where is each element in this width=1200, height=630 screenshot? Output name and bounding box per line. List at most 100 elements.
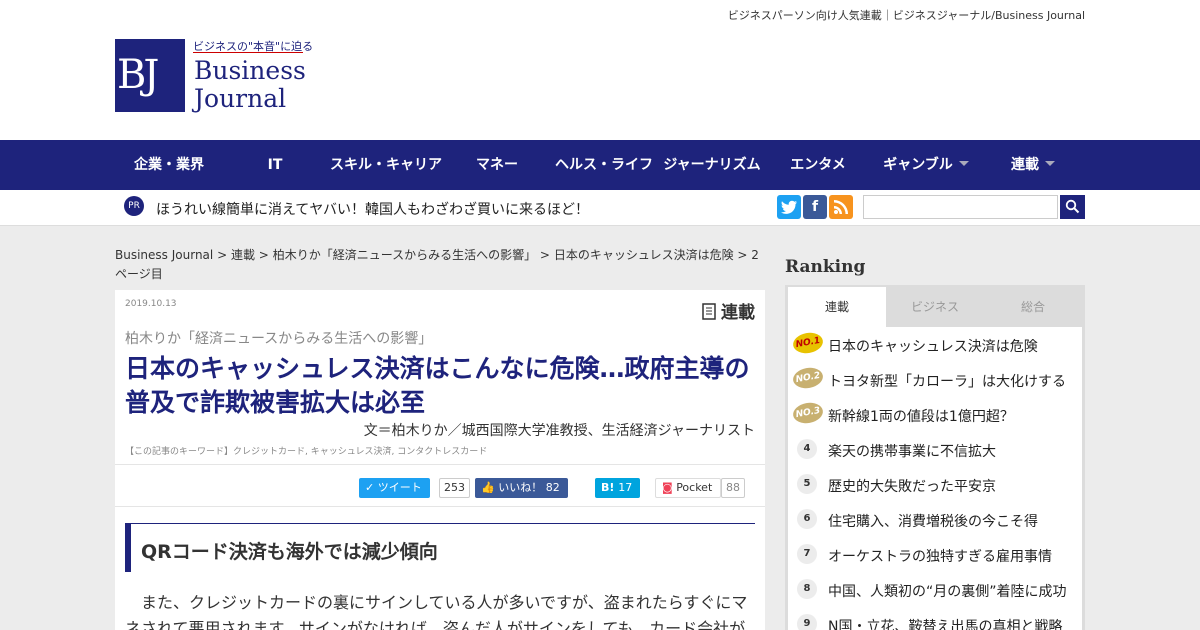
- breadcrumb-home[interactable]: Business Journal: [115, 248, 213, 262]
- ranking-list: NO.1 日本のキャッシュレス決済は危険 NO.2 トヨタ新型「カローラ」は大化…: [788, 327, 1082, 630]
- logo-underline: [193, 52, 303, 53]
- search-input[interactable]: [863, 195, 1058, 219]
- twitter-icon: ✓: [365, 481, 375, 494]
- facebook-icon[interactable]: f: [803, 195, 827, 219]
- tab-rensai[interactable]: 連載: [788, 287, 886, 327]
- thumbs-up-icon: 👍: [481, 481, 495, 494]
- hatena-bookmark-button[interactable]: B! 17: [595, 478, 641, 498]
- like-button[interactable]: 👍 いいね！ 82: [475, 478, 568, 498]
- ranking-item-title: オーケストラの独特すぎる雇用事情: [828, 549, 1052, 565]
- nav-item-journalism[interactable]: ジャーナリズム: [656, 140, 768, 190]
- nav-item-business[interactable]: 企業・業界: [118, 140, 220, 190]
- logo-mark: BJ: [115, 39, 185, 112]
- logo-word-journal: Journal: [194, 84, 287, 113]
- main-nav: 企業・業界 IT スキル・キャリア マネー ヘルス・ライフ ジャーナリズム エン…: [0, 140, 1200, 190]
- ranking-item-title: 住宅購入、消費増税後の今こそ得: [828, 514, 1038, 530]
- nav-item-skill-career[interactable]: スキル・キャリア: [323, 140, 449, 190]
- article-date: 2019.10.13: [125, 299, 177, 309]
- sub-bar: PR ほうれい線簡単に消えてヤバい！韓国人もわざわざ買いに来るほど！ f: [0, 190, 1200, 226]
- ranking-item-title: N国・立花、鞍替え出馬の真相と戦略: [828, 619, 1063, 630]
- chevron-down-icon: [958, 161, 969, 166]
- pocket-label: Pocket: [676, 481, 713, 494]
- nav-label: マネー: [476, 157, 518, 173]
- divider: [115, 464, 765, 465]
- breadcrumb-article[interactable]: 日本のキャッシュレス決済は危険: [554, 248, 734, 262]
- tweet-button[interactable]: ✓ ツイート: [359, 478, 430, 498]
- nav-label: ヘルス・ライフ: [555, 157, 653, 173]
- search-icon: [1065, 199, 1080, 214]
- ranking-item[interactable]: 6 住宅購入、消費増税後の今こそ得: [788, 502, 1082, 537]
- article-keywords: 【この記事のキーワード】クレジットカード, キャッシュレス決済, コンタクトレス…: [125, 447, 488, 457]
- ranking-item-title: 楽天の携帯事業に不信拡大: [828, 444, 996, 460]
- rank-number: 7: [797, 544, 817, 564]
- site-tagline: ビジネスパーソン向け人気連載｜ビジネスジャーナル/Business Journa…: [727, 9, 1085, 22]
- nav-label: ギャンブル: [883, 157, 953, 173]
- rank-medal-1: NO.1: [791, 330, 825, 356]
- ranking-item-title: トヨタ新型「カローラ」は大化けする: [828, 374, 1066, 390]
- breadcrumb-series[interactable]: 柏木りか「経済ニュースからみる生活への影響」: [273, 248, 536, 262]
- like-label: いいね！: [498, 481, 543, 494]
- rank-number: 9: [797, 614, 817, 630]
- logo-word-business: Business: [194, 56, 306, 85]
- nav-label: ジャーナリズム: [663, 157, 761, 173]
- breadcrumb-rensai[interactable]: 連載: [231, 248, 255, 262]
- rank-medal-3: NO.3: [791, 400, 825, 426]
- nav-label: IT: [267, 157, 283, 173]
- site-logo[interactable]: BJ ビジネスの"本音"に迫る Business Journal: [115, 38, 313, 118]
- breadcrumb-separator: >: [258, 248, 269, 262]
- nav-label: 企業・業界: [134, 157, 204, 173]
- ranking-item[interactable]: 5 歴史的大失敗だった平安京: [788, 467, 1082, 502]
- nav-item-rensai[interactable]: 連載: [998, 140, 1068, 190]
- chevron-down-icon: [1045, 161, 1055, 166]
- rensai-badge-label: 連載: [721, 303, 755, 323]
- nav-item-gamble[interactable]: ギャンブル: [870, 140, 982, 190]
- rank-number: 5: [797, 474, 817, 494]
- ranking-item[interactable]: NO.1 日本のキャッシュレス決済は危険: [788, 327, 1082, 362]
- article-series[interactable]: 柏木りか「経済ニュースからみる生活への影響」: [125, 328, 432, 348]
- pr-badge: PR: [124, 196, 144, 216]
- twitter-bird-icon: [781, 200, 797, 214]
- ranking-item[interactable]: 9 N国・立花、鞍替え出馬の真相と戦略: [788, 607, 1082, 630]
- tweet-label: ツイート: [377, 481, 422, 494]
- breadcrumb-separator: >: [539, 248, 550, 262]
- article-title: 日本のキャッシュレス決済はこんなに危険…政府主導の普及で詐欺被害拡大は必至: [125, 354, 750, 417]
- hatena-count: 17: [618, 481, 633, 494]
- nav-label: 連載: [1011, 157, 1039, 173]
- divider: [115, 506, 765, 507]
- search-button[interactable]: [1060, 195, 1085, 219]
- tab-business[interactable]: ビジネス: [886, 287, 984, 327]
- site-header: ビジネスパーソン向け人気連載｜ビジネスジャーナル/Business Journa…: [0, 0, 1200, 140]
- pocket-icon: ◙: [662, 481, 673, 494]
- ranking-title: Ranking: [785, 257, 866, 277]
- ranking-item-title: 歴史的大失敗だった平安京: [828, 479, 996, 495]
- pr-link[interactable]: ほうれい線簡単に消えてヤバい！韓国人もわざわざ買いに来るほど！: [156, 199, 589, 219]
- breadcrumb: Business Journal > 連載 > 柏木りか「経済ニュースからみる生…: [115, 246, 770, 284]
- ranking-item[interactable]: NO.3 新幹線1両の値段は1億円超？: [788, 397, 1082, 432]
- tweet-count: 253: [439, 478, 470, 498]
- nav-label: エンタメ: [790, 157, 846, 173]
- nav-item-health-life[interactable]: ヘルス・ライフ: [548, 140, 660, 190]
- tab-overall[interactable]: 総合: [984, 287, 1082, 327]
- ranking-panel: 連載 ビジネス 総合 NO.1 日本のキャッシュレス決済は危険 NO.2 トヨタ…: [785, 285, 1085, 630]
- nav-item-it[interactable]: IT: [252, 140, 298, 190]
- ranking-item-title: 中国、人類初の“月の裏側”着陸に成功: [828, 584, 1067, 600]
- document-icon: [702, 303, 716, 320]
- nav-item-money[interactable]: マネー: [468, 140, 526, 190]
- article-card: 2019.10.13 連載 柏木りか「経済ニュースからみる生活への影響」 日本の…: [115, 290, 765, 630]
- twitter-icon[interactable]: [777, 195, 801, 219]
- rank-number: 6: [797, 509, 817, 529]
- ranking-item[interactable]: 7 オーケストラの独特すぎる雇用事情: [788, 537, 1082, 572]
- pocket-count: 88: [721, 478, 745, 498]
- breadcrumb-separator: >: [737, 248, 748, 262]
- rss-icon[interactable]: [829, 195, 853, 219]
- like-count: 82: [545, 481, 560, 494]
- rank-number: 4: [797, 439, 817, 459]
- ranking-item[interactable]: NO.2 トヨタ新型「カローラ」は大化けする: [788, 362, 1082, 397]
- pocket-button[interactable]: ◙ Pocket: [655, 478, 722, 498]
- ranking-item[interactable]: 8 中国、人類初の“月の裏側”着陸に成功: [788, 572, 1082, 607]
- nav-label: スキル・キャリア: [330, 157, 442, 173]
- ranking-item-title: 新幹線1両の値段は1億円超？: [828, 409, 1014, 425]
- ranking-item[interactable]: 4 楽天の携帯事業に不信拡大: [788, 432, 1082, 467]
- nav-item-entertainment[interactable]: エンタメ: [782, 140, 854, 190]
- section-heading-text: QRコード決済も海外では減少傾向: [141, 541, 438, 563]
